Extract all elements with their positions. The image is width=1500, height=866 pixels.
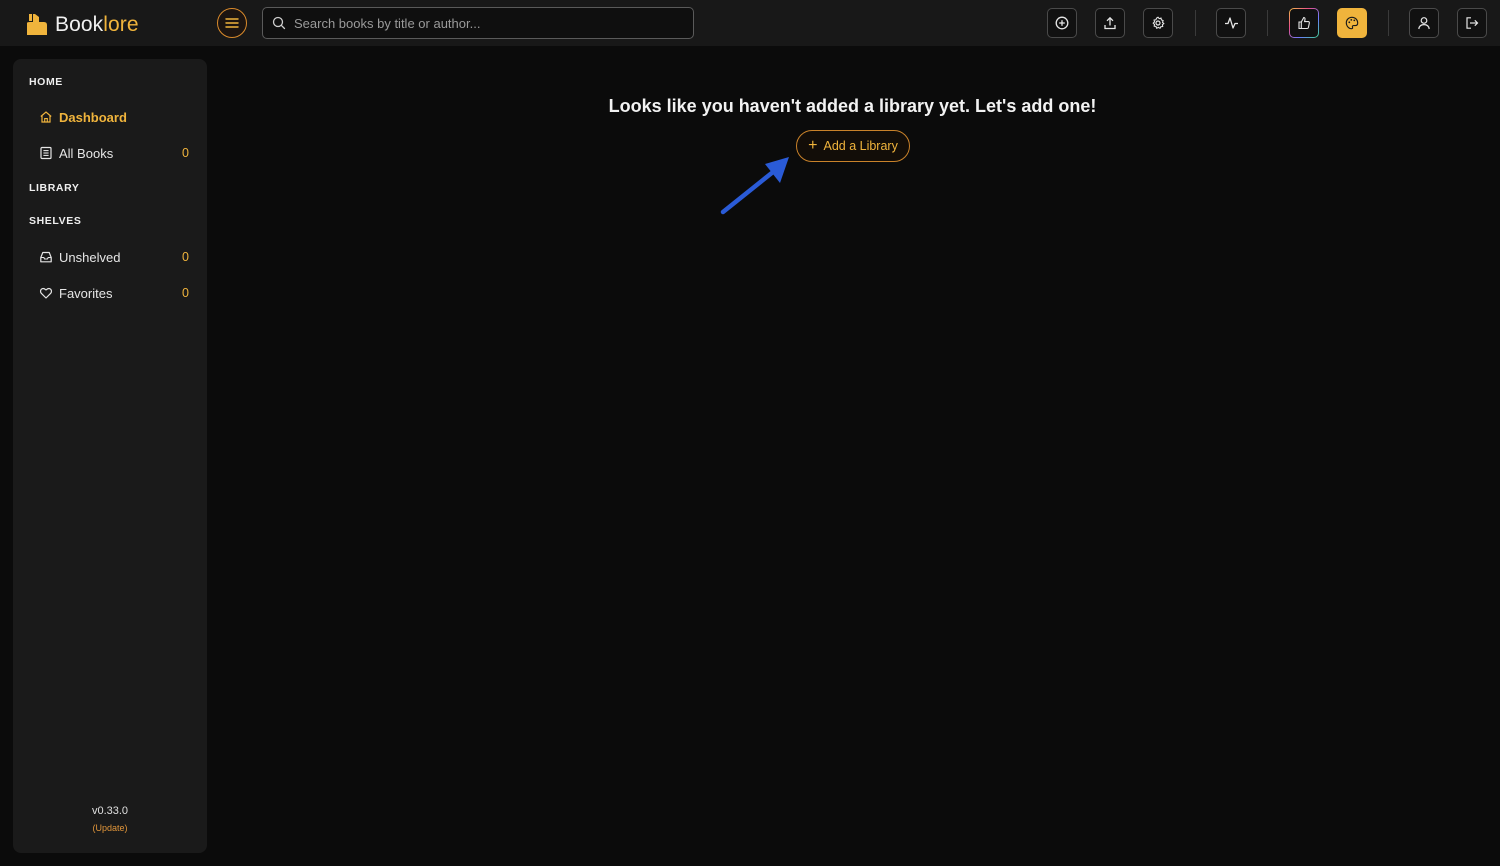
toolbar-divider bbox=[1267, 10, 1268, 36]
item-count: 0 bbox=[182, 250, 189, 264]
sidebar-item-all-books[interactable]: All Books 0 bbox=[39, 142, 189, 164]
toolbar-divider bbox=[1195, 10, 1196, 36]
menu-toggle-button[interactable] bbox=[217, 8, 247, 38]
activity-icon bbox=[1224, 17, 1238, 29]
sidebar-item-label: Favorites bbox=[59, 285, 113, 301]
sidebar-item-unshelved[interactable]: Unshelved 0 bbox=[39, 246, 189, 268]
sidebar: HOME Dashboard All Books 0 LIBRARY SHELV… bbox=[13, 59, 207, 853]
home-icon bbox=[40, 111, 52, 123]
sidebar-item-dashboard[interactable]: Dashboard bbox=[39, 106, 189, 128]
book-list-icon bbox=[40, 146, 52, 160]
add-library-label: Add a Library bbox=[823, 139, 898, 153]
annotation-arrow-icon bbox=[720, 157, 789, 215]
section-title-home: HOME bbox=[29, 76, 63, 88]
search-icon bbox=[272, 16, 286, 30]
add-library-button[interactable]: + Add a Library bbox=[796, 130, 910, 162]
upload-button[interactable] bbox=[1095, 8, 1125, 38]
item-count: 0 bbox=[182, 146, 189, 160]
top-bar: Booklore bbox=[0, 0, 1500, 46]
activity-button[interactable] bbox=[1216, 8, 1246, 38]
search-bar bbox=[262, 7, 694, 39]
thumbs-up-icon bbox=[1298, 16, 1310, 30]
toolbar-divider bbox=[1388, 10, 1389, 36]
section-title-shelves: SHELVES bbox=[29, 215, 82, 227]
menu-icon bbox=[225, 18, 239, 28]
inbox-icon bbox=[40, 251, 52, 263]
logo-icon bbox=[27, 14, 47, 35]
settings-button[interactable] bbox=[1143, 8, 1173, 38]
user-icon bbox=[1418, 17, 1430, 30]
upload-icon bbox=[1104, 16, 1116, 30]
plus-icon: + bbox=[808, 137, 818, 154]
search-input[interactable] bbox=[294, 15, 674, 31]
section-title-library: LIBRARY bbox=[29, 182, 80, 194]
heart-icon bbox=[39, 287, 53, 299]
app-name: Booklore bbox=[55, 13, 139, 36]
palette-icon bbox=[1345, 16, 1359, 30]
sidebar-item-label: Dashboard bbox=[59, 109, 127, 125]
add-book-button[interactable] bbox=[1047, 8, 1077, 38]
sidebar-item-label: Unshelved bbox=[59, 249, 121, 265]
update-link[interactable]: (Update) bbox=[13, 823, 207, 833]
feedback-button[interactable] bbox=[1289, 8, 1319, 38]
plus-circle-icon bbox=[1055, 16, 1069, 30]
gear-icon bbox=[1152, 16, 1165, 30]
app-logo[interactable]: Booklore bbox=[25, 10, 139, 38]
theme-button[interactable] bbox=[1337, 8, 1367, 38]
logout-icon bbox=[1466, 17, 1479, 29]
profile-button[interactable] bbox=[1409, 8, 1439, 38]
item-count: 0 bbox=[182, 286, 189, 300]
sidebar-item-favorites[interactable]: Favorites 0 bbox=[39, 282, 189, 304]
app-version: v0.33.0 bbox=[91, 805, 129, 817]
empty-state-message: Looks like you haven't added a library y… bbox=[608, 96, 1097, 116]
logout-button[interactable] bbox=[1457, 8, 1487, 38]
sidebar-item-label: All Books bbox=[59, 145, 114, 161]
